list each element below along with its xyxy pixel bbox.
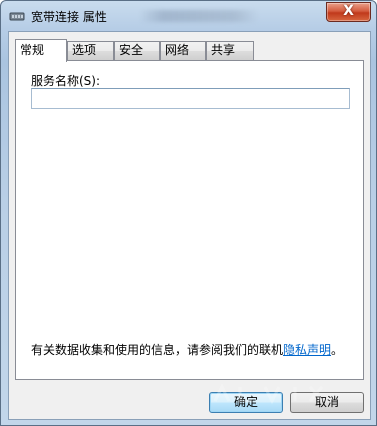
title-redacted-area	[139, 10, 259, 22]
broadband-connection-icon	[9, 12, 25, 21]
tab-security-label: 安全	[119, 43, 144, 57]
tab-options[interactable]: 选项	[67, 41, 114, 60]
close-button[interactable]: X	[326, 2, 371, 22]
service-name-input[interactable]	[31, 88, 350, 109]
tab-sharing[interactable]: 共享	[206, 41, 254, 60]
privacy-end: 。	[331, 343, 344, 357]
close-icon: X	[343, 3, 354, 19]
tab-general[interactable]: 常规	[15, 39, 67, 62]
tab-page-general: 服务名称(S): 有关数据收集和使用的信息，请参阅我们的联机隐私声明。	[15, 60, 364, 380]
privacy-text: 有关数据收集和使用的信息，请参阅我们的联机	[31, 343, 284, 357]
privacy-notice: 有关数据收集和使用的信息，请参阅我们的联机隐私声明。	[31, 341, 343, 358]
watermark-graphic	[213, 383, 324, 405]
tab-options-label: 选项	[72, 43, 97, 57]
tab-network-label: 网络	[165, 43, 190, 57]
tab-network[interactable]: 网络	[160, 41, 206, 60]
privacy-statement-link[interactable]: 隐私声明	[283, 343, 331, 357]
title-bar[interactable]: 宽带连接 属性 X	[1, 1, 376, 31]
service-name-label: 服务名称(S):	[31, 74, 101, 88]
tab-sharing-label: 共享	[211, 43, 236, 57]
tab-general-label: 常规	[20, 43, 45, 57]
properties-window: 宽带连接 属性 X 常规 选项 安全 网络 共享 服务名称(S): 有关数据收集…	[0, 0, 377, 426]
tab-security[interactable]: 安全	[114, 41, 160, 60]
dialog-body: 常规 选项 安全 网络 共享 服务名称(S): 有关数据收集和使用的信息，请参阅…	[8, 31, 371, 420]
window-title: 宽带连接 属性	[31, 10, 107, 24]
